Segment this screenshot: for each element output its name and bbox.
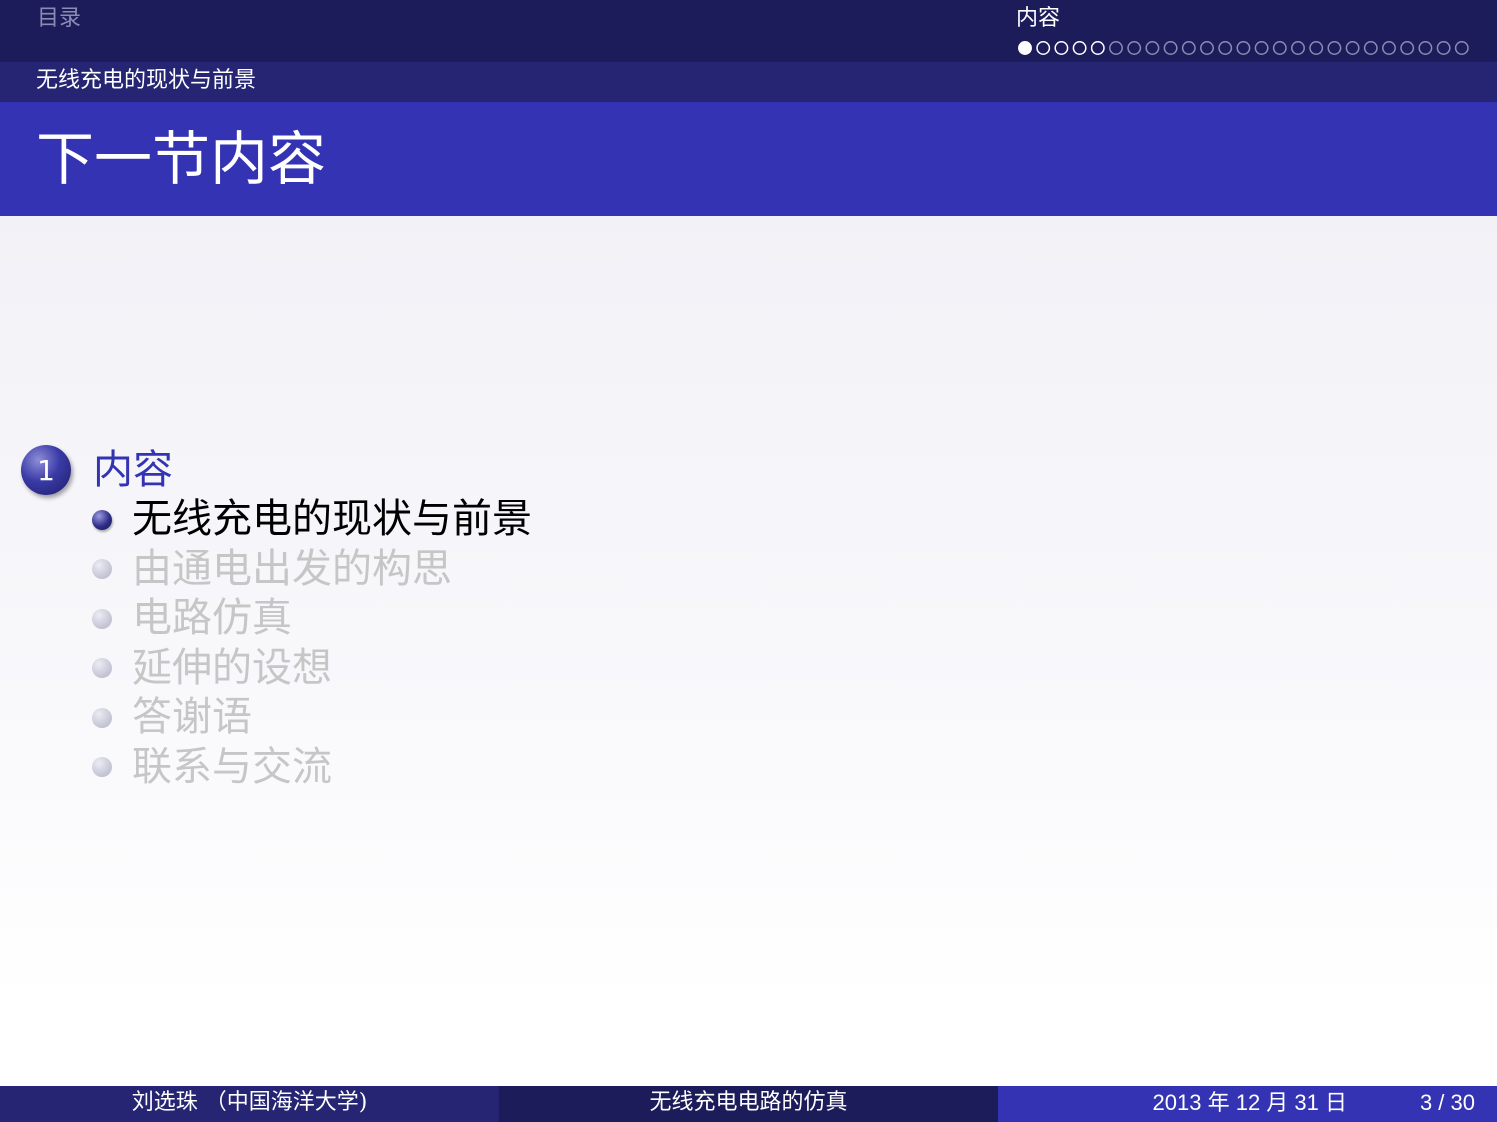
footer-date: 2013 年 12 月 31 日 — [1152, 1090, 1347, 1115]
progress-dot-current[interactable] — [1018, 41, 1032, 55]
subsection-bar: 无线充电的现状与前景 — [0, 62, 1497, 102]
toc-subitem-label: 电路仿真 — [132, 595, 292, 642]
footer-author: 刘选珠 （中国海洋大学) — [0, 1086, 499, 1122]
bullet-icon — [92, 757, 112, 778]
progress-dot[interactable] — [1418, 41, 1433, 55]
progress-dot[interactable] — [1309, 41, 1324, 55]
footer-presentation-title: 无线充电电路的仿真 — [499, 1086, 998, 1122]
progress-dot[interactable] — [1163, 41, 1178, 55]
toc-subitem-label: 联系与交流 — [132, 743, 332, 790]
progress-dot[interactable] — [1218, 41, 1233, 55]
toc-subitem[interactable]: 答谢语 — [92, 693, 532, 743]
progress-dot[interactable] — [1127, 41, 1142, 55]
progress-dot[interactable] — [1254, 41, 1269, 55]
toc-subitem[interactable]: 电路仿真 — [92, 594, 532, 644]
progress-dot[interactable] — [1145, 41, 1160, 55]
toc-subsection-list: 无线充电的现状与前景 由通电出发的构思 电路仿真 延伸的设想 答谢语 联系与交流 — [92, 495, 532, 792]
subsection-nav-title[interactable]: 无线充电的现状与前景 — [36, 66, 256, 96]
progress-dot[interactable] — [1382, 41, 1396, 55]
bullet-icon — [92, 509, 112, 530]
header-navigation: 目录 内容 — [0, 0, 1497, 62]
progress-dot[interactable] — [1272, 41, 1287, 55]
slide-progress-dots — [1018, 41, 1469, 55]
section-number-ball: 1 — [21, 445, 71, 495]
progress-dot[interactable] — [1109, 41, 1123, 55]
bullet-icon — [92, 559, 112, 580]
toc-subitem-label: 延伸的设想 — [132, 644, 332, 691]
toc-subitem-label: 由通电出发的构思 — [132, 545, 452, 592]
progress-dot[interactable] — [1345, 41, 1360, 55]
toc-section-entry[interactable]: 1 内容 — [21, 444, 173, 496]
toc-subitem-label: 答谢语 — [132, 694, 252, 741]
toc-link[interactable]: 目录 — [37, 4, 81, 34]
toc-subitem[interactable]: 延伸的设想 — [92, 644, 532, 694]
progress-dot[interactable] — [1327, 41, 1342, 55]
bullet-icon — [92, 707, 112, 728]
footer-date-box: 2013 年 12 月 31 日 3 / 30 — [998, 1086, 1497, 1122]
progress-dot[interactable] — [1236, 41, 1251, 55]
bullet-icon — [92, 608, 112, 629]
toc-subitem-label: 无线充电的现状与前景 — [132, 496, 532, 543]
toc-subitem[interactable]: 由通电出发的构思 — [92, 545, 532, 595]
frame-title: 下一节内容 — [36, 125, 327, 193]
progress-dot[interactable] — [1454, 41, 1469, 55]
progress-dot-section[interactable] — [1054, 41, 1069, 55]
progress-dot[interactable] — [1363, 41, 1378, 55]
progress-dot[interactable] — [1181, 41, 1196, 55]
progress-dot-section[interactable] — [1072, 41, 1087, 55]
section-nav-title[interactable]: 内容 — [1016, 4, 1060, 34]
progress-dot[interactable] — [1200, 41, 1214, 55]
footer: 刘选珠 （中国海洋大学) 无线充电电路的仿真 2013 年 12 月 31 日 … — [0, 1086, 1497, 1122]
toc-section-label: 内容 — [93, 447, 173, 493]
progress-dot[interactable] — [1436, 41, 1451, 55]
frame-title-bar: 下一节内容 — [0, 102, 1497, 216]
progress-dot-section[interactable] — [1090, 41, 1105, 55]
progress-dot[interactable] — [1400, 41, 1415, 55]
progress-dot-section[interactable] — [1036, 41, 1051, 55]
bullet-icon — [92, 658, 112, 679]
page-number: 3 / 30 — [1419, 1090, 1475, 1115]
progress-dot[interactable] — [1291, 41, 1305, 55]
toc-subitem[interactable]: 无线充电的现状与前景 — [92, 495, 532, 545]
toc-subitem[interactable]: 联系与交流 — [92, 743, 532, 793]
